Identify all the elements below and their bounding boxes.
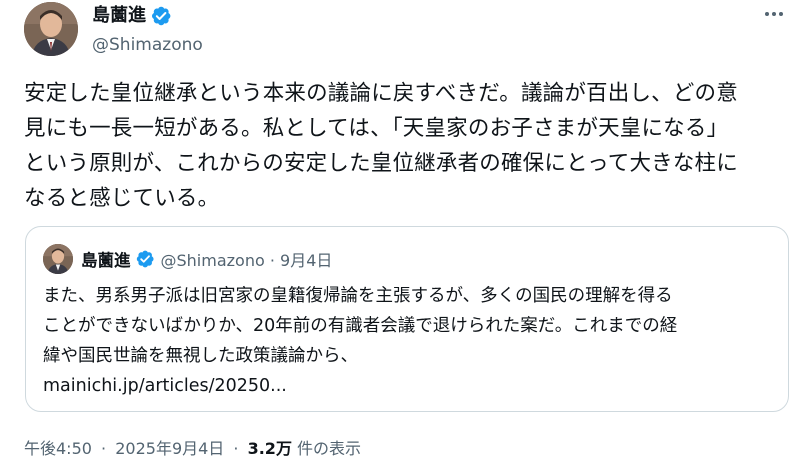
quoted-tweet-text: また、男系男子派は旧宮家の皇籍復帰論を主張するが、多くの国民の理解を得る ことが… bbox=[43, 281, 783, 401]
quoted-meta-separator: · bbox=[269, 251, 275, 270]
footer-separator: · bbox=[233, 439, 239, 458]
tweet-text-line: という原則が、これからの安定した皇位継承者の確保にとって大きな柱に bbox=[24, 151, 738, 176]
views-label: 件の表示 bbox=[297, 439, 362, 458]
quoted-author-name: 島薗進 bbox=[81, 251, 131, 270]
quoted-article-link[interactable]: mainichi.jp/articles/20250... bbox=[43, 371, 783, 401]
author-info: 島薗進 @Shimazono bbox=[92, 4, 203, 56]
quoted-author-handle: @Shimazono bbox=[160, 251, 265, 270]
tweet-text-line: 見にも一長一短がある。私としては、「天皇家のお子さまが天皇になる」 bbox=[24, 116, 729, 141]
post-time[interactable]: 午後4:50 bbox=[24, 439, 92, 458]
quoted-verified-badge-icon bbox=[135, 249, 155, 269]
tweet-text-line: なると感じている。 bbox=[24, 186, 220, 211]
post-date[interactable]: 2025年9月4日 bbox=[115, 439, 224, 458]
tweet-meta-footer: 午後4:50 · 2025年9月4日 · 3.2万 件の表示 bbox=[24, 437, 361, 461]
author-display-name[interactable]: 島薗進 bbox=[92, 4, 146, 28]
quoted-text-line: 緯や国民世論を無視した政策議論から、 bbox=[43, 346, 358, 366]
quoted-tweet[interactable]: 島薗進 @Shimazono · 9月4日 また、男系男子派は旧宮家の皇籍復帰論… bbox=[25, 226, 789, 412]
footer-separator: · bbox=[101, 439, 107, 458]
tweet-card: 島薗進 @Shimazono 安定した皇位継承という本来の議論に戻すべきだ。議論… bbox=[0, 0, 810, 472]
author-handle[interactable]: @Shimazono bbox=[92, 34, 203, 56]
quoted-date: 9月4日 bbox=[280, 251, 333, 270]
views-count[interactable]: 3.2万 bbox=[248, 439, 292, 458]
quoted-text-line: また、男系男子派は旧宮家の皇籍復帰論を主張するが、多くの国民の理解を得る bbox=[43, 286, 673, 306]
quoted-tweet-header: 島薗進 @Shimazono · 9月4日 bbox=[43, 244, 332, 274]
tweet-text-line: 安定した皇位継承という本来の議論に戻すべきだ。議論が百出し、どの意 bbox=[24, 81, 738, 106]
more-options-icon[interactable] bbox=[762, 4, 786, 24]
avatar-photo bbox=[24, 2, 78, 56]
tweet-text: 安定した皇位継承という本来の議論に戻すべきだ。議論が百出し、どの意 見にも一長一… bbox=[24, 76, 794, 216]
verified-badge-icon[interactable] bbox=[150, 5, 172, 27]
quoted-avatar-photo bbox=[43, 244, 73, 274]
quoted-author-avatar bbox=[43, 244, 73, 274]
author-avatar[interactable] bbox=[24, 2, 78, 56]
quoted-text-line: ことができないばかりか、20年前の有識者会議で退けられた案だ。これまでの経 bbox=[43, 316, 678, 336]
